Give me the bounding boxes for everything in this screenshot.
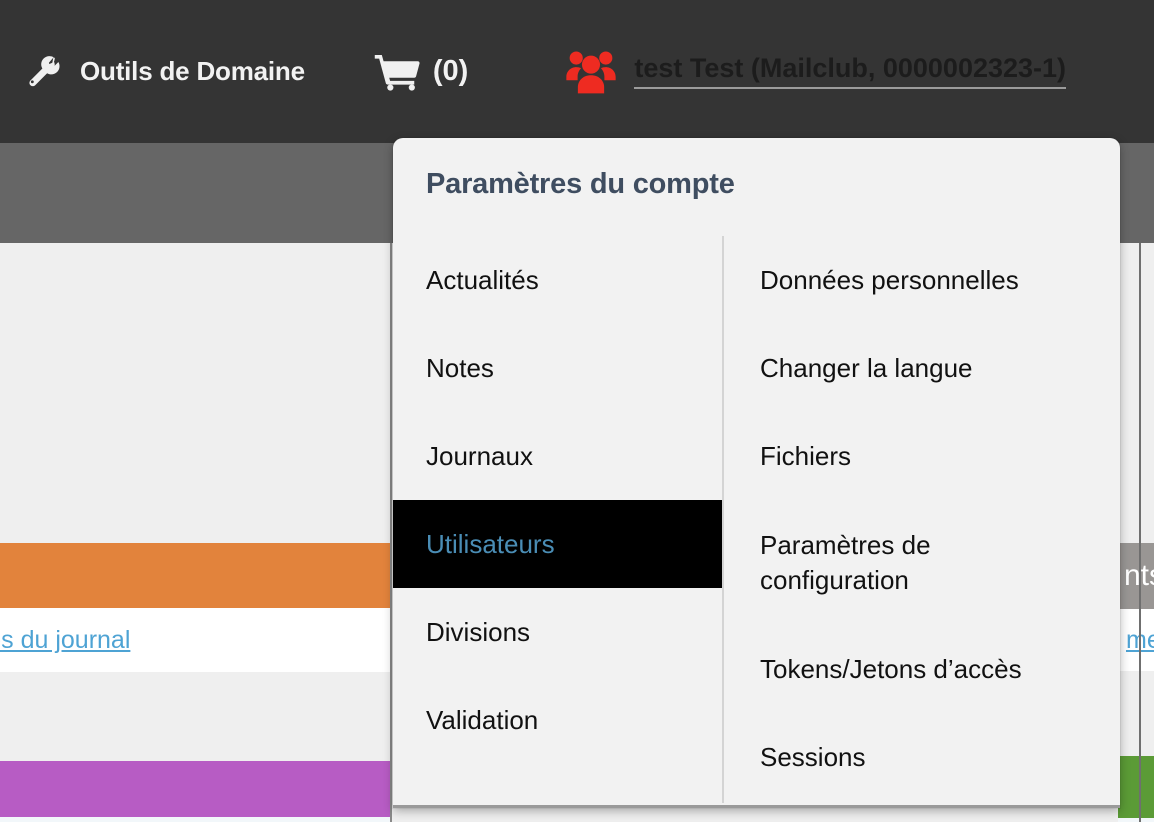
card-surveillance-header	[1118, 756, 1154, 818]
brand-logo[interactable]: Outils de Domaine	[22, 52, 305, 92]
brand-title: Outils de Domaine	[80, 56, 305, 86]
card-marques-subheader: Marques	[0, 817, 392, 822]
panel-left-menu: Actualités Notes Journaux Utilisateurs D…	[393, 236, 722, 764]
panel-bottom-rule	[393, 805, 1120, 808]
card-journal-link[interactable]: es les entrées du journal	[0, 626, 130, 655]
card-documents: nts me	[1118, 543, 1154, 671]
cart-count: (0)	[432, 55, 469, 87]
card-surveillance-subheader: ex	[1118, 818, 1154, 822]
account-settings-panel: Paramètres du compte Actualités Notes Jo…	[393, 138, 1120, 808]
cart-button[interactable]: (0)	[373, 52, 468, 92]
card-documents-header: nts	[1118, 543, 1154, 609]
panel-title: Paramètres du compte	[426, 168, 735, 200]
menu-item-changer-la-langue[interactable]: Changer la langue	[724, 324, 1120, 412]
wrench-icon	[29, 55, 60, 86]
card-documents-link-row: me	[1118, 609, 1154, 671]
menu-item-fichiers[interactable]: Fichiers	[724, 412, 1120, 500]
card-journal-link-row: es les entrées du journal	[0, 608, 392, 672]
top-header: Outils de Domaine (0) test Test (Mailclu…	[0, 0, 1154, 143]
menu-item-divisions[interactable]: Divisions	[393, 588, 722, 676]
shopping-cart-icon	[374, 54, 420, 91]
menu-item-utilisateurs[interactable]: Utilisateurs	[393, 500, 722, 588]
menu-item-journaux[interactable]: Journaux	[393, 412, 722, 500]
menu-item-notes[interactable]: Notes	[393, 324, 722, 412]
account-user-label: test Test (Mailclub, 0000002323-1)	[634, 54, 1067, 89]
content-right-divider	[1139, 243, 1141, 822]
app-root: ournal es les entrées du journal Marques…	[0, 0, 1154, 822]
card-journal-header: ournal	[0, 543, 392, 608]
menu-item-donnees-personnelles[interactable]: Données personnelles	[724, 236, 1120, 324]
card-journal: ournal es les entrées du journal	[0, 543, 392, 672]
card-marques-header	[0, 761, 392, 817]
menu-item-sessions[interactable]: Sessions	[724, 713, 1120, 801]
users-group-icon	[566, 50, 616, 93]
card-marques: Marques r toutes les marques	[0, 761, 392, 822]
account-menu-trigger[interactable]: test Test (Mailclub, 0000002323-1)	[564, 49, 1067, 95]
menu-item-validation[interactable]: Validation	[393, 676, 722, 764]
menu-item-actualites[interactable]: Actualités	[393, 236, 722, 324]
card-surveillance: ex eilla	[1118, 756, 1154, 822]
menu-item-parametres-de-configuration[interactable]: Paramètres de configuration	[724, 500, 1120, 625]
menu-item-tokens-jetons-acces[interactable]: Tokens/Jetons d’accès	[724, 625, 1120, 713]
panel-right-menu: Données personnelles Changer la langue F…	[724, 236, 1120, 801]
content-left-divider	[390, 243, 392, 822]
